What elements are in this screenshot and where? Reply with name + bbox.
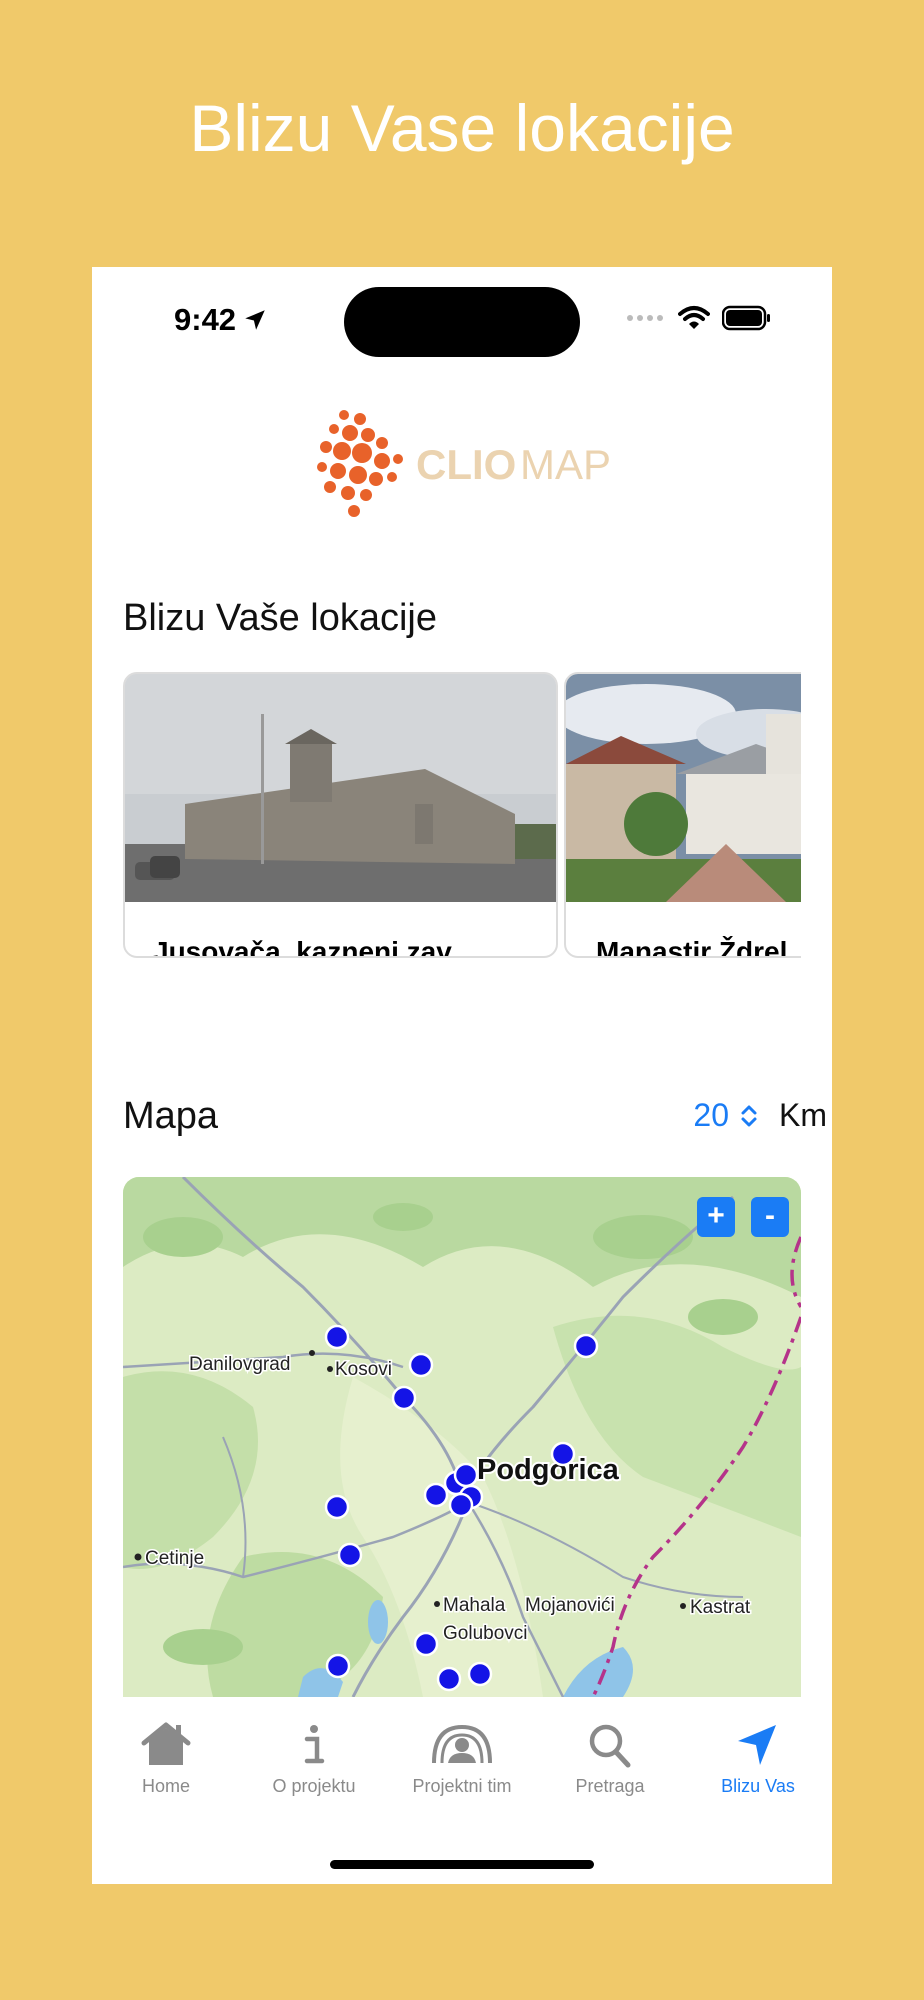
tab-blizu-vas-label: Blizu Vas: [721, 1776, 795, 1796]
map-marker[interactable]: [453, 1462, 479, 1488]
place-card-title: Jusovača, kazneni zav...: [153, 936, 474, 958]
status-time-text: 9:42: [174, 302, 237, 337]
tab-pretraga-label: Pretraga: [575, 1776, 645, 1796]
search-icon: [589, 1724, 631, 1768]
wifi-icon: [678, 306, 710, 329]
map-view[interactable]: Danilovgrad Kosovi Podgorica Cetinje Mah…: [123, 1177, 801, 1697]
tab-projektni-tim[interactable]: Projektni tim: [388, 1721, 536, 1797]
tab-home[interactable]: Home: [92, 1721, 240, 1797]
status-time: 9:42: [174, 302, 268, 338]
map-label-mahala: Mahala: [443, 1595, 506, 1616]
place-card-title: Manastir Ždrel: [596, 936, 788, 958]
tab-home-label: Home: [141, 1776, 190, 1796]
map-marker[interactable]: [423, 1482, 449, 1508]
promo-banner-title: Blizu Vase lokacije: [189, 91, 735, 165]
nearby-section-title: Blizu Vaše lokacije: [123, 597, 438, 639]
cliomap-logo: CLIO MAP: [312, 407, 622, 527]
map-label-podgorica: Podgorica: [477, 1454, 620, 1486]
info-icon: [304, 1725, 325, 1764]
chevron-up-down-icon: [741, 1105, 757, 1126]
place-card-image: [125, 674, 556, 902]
place-card-image: [566, 674, 801, 902]
map-marker[interactable]: [408, 1352, 434, 1378]
map-tiles: Danilovgrad Kosovi Podgorica Cetinje Mah…: [123, 1177, 801, 1697]
tab-o-projektu-label: O projektu: [272, 1776, 356, 1796]
map-label-mojanovici: Mojanovići: [525, 1595, 615, 1616]
radius-picker[interactable]: 20: [693, 1097, 759, 1134]
map-label-golubovci: Golubovci: [443, 1623, 528, 1644]
nearby-carousel[interactable]: Jusovača, kazneni zav... Manastir Ždrel: [123, 672, 801, 962]
map-marker[interactable]: [436, 1666, 462, 1692]
battery-icon: [722, 305, 770, 331]
map-section-title: Mapa: [123, 1095, 219, 1137]
logo-brand-first: CLIO: [416, 441, 516, 488]
map-marker[interactable]: [324, 1494, 350, 1520]
map-marker[interactable]: [337, 1542, 363, 1568]
tab-blizu-vas[interactable]: Blizu Vas: [684, 1721, 832, 1797]
house-icon: [141, 1722, 191, 1765]
location-services-icon: [245, 310, 265, 330]
zoom-in-button[interactable]: +: [697, 1197, 735, 1237]
team-icon: [432, 1724, 492, 1764]
radius-picker-row: 20 Km: [693, 1097, 827, 1134]
map-label-kastrat: Kastrat: [690, 1597, 751, 1618]
map-label-cetinje: Cetinje: [145, 1548, 204, 1569]
map-label-kosovi: Kosovi: [335, 1359, 392, 1380]
map-marker[interactable]: [391, 1385, 417, 1411]
map-marker[interactable]: [467, 1661, 493, 1687]
status-icons: [626, 305, 772, 331]
map-marker[interactable]: [324, 1324, 350, 1350]
radius-unit: Km: [779, 1097, 827, 1133]
map-label-danilovgrad: Danilovgrad: [189, 1354, 290, 1375]
dynamic-island: [344, 287, 580, 357]
map-marker[interactable]: [448, 1492, 474, 1518]
place-card[interactable]: Jusovača, kazneni zav...: [123, 672, 558, 958]
home-indicator: [330, 1860, 594, 1869]
map-marker[interactable]: [550, 1441, 576, 1467]
radius-value: 20: [693, 1097, 729, 1133]
tab-o-projektu[interactable]: O projektu: [240, 1721, 388, 1797]
tab-projektni-tim-label: Projektni tim: [412, 1776, 512, 1796]
phone-screen: 9:42 CLIO MAP Blizu Vaše lokacije Jusova…: [92, 267, 832, 1884]
place-card[interactable]: Manastir Ždrel: [564, 672, 801, 958]
map-marker[interactable]: [413, 1631, 439, 1657]
tab-bar: Home O projektu Projektni tim Pretraga B…: [92, 1697, 832, 1884]
signal-icon: [627, 315, 663, 321]
map-marker[interactable]: [325, 1653, 351, 1679]
logo-brand-second: MAP: [520, 441, 611, 488]
zoom-out-button[interactable]: -: [751, 1197, 789, 1237]
tab-pretraga[interactable]: Pretraga: [536, 1721, 684, 1797]
map-marker[interactable]: [573, 1333, 599, 1359]
location-arrow-icon: [738, 1725, 776, 1765]
